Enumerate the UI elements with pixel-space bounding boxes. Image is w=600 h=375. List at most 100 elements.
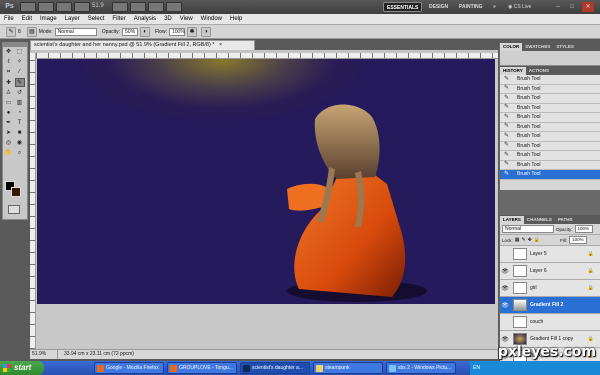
background-color-swatch[interactable] (11, 187, 21, 197)
lock-pixels-icon[interactable]: ✎ (522, 237, 526, 243)
shape-tool-icon[interactable]: ■ (15, 129, 25, 138)
layer-row[interactable]: couch (500, 314, 600, 331)
history-item[interactable]: ✎ Brush Tool (500, 75, 600, 85)
flow-input[interactable]: 100% (168, 27, 185, 36)
layer-row-selected[interactable]: 👁 Gradient Fill 2 (500, 297, 600, 314)
menu-filter[interactable]: Filter (108, 14, 129, 25)
hand-tool-icon[interactable]: ✋ (4, 149, 14, 158)
minibridge-icon[interactable] (38, 2, 54, 12)
task-grouplove[interactable]: GROUPLOVE - Tongu... (167, 362, 237, 374)
tab-layers[interactable]: LAYERS (500, 216, 524, 224)
dodge-tool-icon[interactable]: ◔ (15, 109, 25, 118)
screen-mode-icon[interactable] (166, 2, 182, 12)
tab-history[interactable]: HISTORY (500, 67, 526, 75)
quick-mask-icon[interactable] (8, 205, 20, 214)
3d-rotate-tool-icon[interactable]: ◎ (4, 139, 14, 148)
fill-input[interactable]: 100% (569, 236, 588, 244)
task-firefox[interactable]: Google - Mozilla Firefox (94, 362, 164, 374)
start-button[interactable]: start (0, 361, 44, 375)
layer-opacity-input[interactable]: 100% (574, 225, 593, 233)
lock-all-icon[interactable]: 🔒 (534, 237, 540, 243)
history-list[interactable]: ✎ Brush Tool ✎ Brush Tool ✎ Brush Tool ✎ Bru… (500, 75, 600, 190)
crop-tool-icon[interactable]: ⌗ (4, 68, 14, 77)
lock-transparency-icon[interactable]: ▦ (515, 237, 520, 243)
tab-swatches[interactable]: SWATCHES (522, 43, 553, 51)
pressure-opacity-icon[interactable]: ◐ (140, 26, 151, 37)
history-item[interactable]: ✎ Brush Tool (500, 103, 600, 113)
hand-icon[interactable] (112, 2, 128, 12)
history-item[interactable]: ✎ Brush Tool (500, 122, 600, 132)
type-tool-icon[interactable]: T (15, 119, 25, 128)
extras-icon[interactable] (56, 2, 72, 12)
marquee-tool-icon[interactable]: ⬚ (15, 48, 25, 57)
tab-styles[interactable]: STYLES (553, 43, 577, 51)
document-canvas[interactable] (37, 59, 495, 304)
history-brush-tool-icon[interactable]: ↺ (15, 89, 25, 98)
workspace-design-button[interactable]: DESIGN (426, 2, 451, 12)
history-item[interactable]: ✎ Brush Tool (500, 84, 600, 94)
menu-layer[interactable]: Layer (61, 14, 84, 25)
history-item[interactable]: ✎ Brush Tool (500, 160, 600, 170)
document-tab[interactable]: scientist's daughter and her nanny.psd @… (30, 40, 255, 50)
3d-camera-tool-icon[interactable]: ◉ (15, 139, 25, 148)
status-zoom[interactable]: 51.9% (30, 350, 58, 359)
menu-help[interactable]: Help (226, 14, 246, 25)
pen-tool-icon[interactable]: ✒ (4, 119, 14, 128)
toolbox-grip[interactable] (3, 43, 27, 47)
task-steampunk[interactable]: steampunk (313, 362, 383, 374)
rotate-view-icon[interactable] (130, 2, 146, 12)
cs-live-button[interactable]: ◉ CS Live (508, 2, 531, 12)
lock-position-icon[interactable]: ✥ (528, 237, 532, 243)
eye-icon[interactable]: 👁 (500, 336, 510, 343)
brush-panel-icon[interactable]: ▤ (26, 26, 37, 37)
history-item[interactable]: ✎ Brush Tool (500, 94, 600, 104)
menu-analysis[interactable]: Analysis (130, 14, 160, 25)
tab-color[interactable]: COLOR (500, 43, 523, 51)
arrange-documents-icon[interactable] (148, 2, 164, 12)
menu-file[interactable]: File (0, 14, 18, 25)
task-picture-viewer[interactable]: sbs 2 - Windows Pictu... (386, 362, 456, 374)
layer-row[interactable]: 👁 girl 🔒 (500, 280, 600, 297)
brush-tool-icon[interactable]: ✎ (14, 77, 25, 87)
eye-icon[interactable]: 👁 (500, 302, 510, 309)
quick-select-tool-icon[interactable]: ✧ (15, 58, 25, 67)
eye-icon[interactable]: 👁 (500, 285, 510, 292)
language-indicator[interactable]: EN (473, 365, 480, 371)
tab-actions[interactable]: ACTIONS (526, 67, 552, 75)
path-select-tool-icon[interactable]: ➤ (4, 129, 14, 138)
bridge-icon[interactable] (20, 2, 36, 12)
workspace-painting-button[interactable]: PAINTING (456, 2, 486, 12)
layer-row[interactable]: Layer 5 🔒 (500, 246, 600, 263)
pressure-size-icon[interactable]: ◑ (200, 26, 211, 37)
menu-image[interactable]: Image (36, 14, 61, 25)
eye-icon[interactable]: 👁 (500, 268, 510, 275)
zoom-tool-icon[interactable] (74, 2, 90, 12)
history-item-current[interactable]: ✎ Brush Tool (500, 170, 600, 180)
eyedropper-tool-icon[interactable]: ⁄ (15, 68, 25, 77)
zoom-tool-icon[interactable]: ⌕ (15, 149, 25, 158)
lasso-tool-icon[interactable]: ℓ (4, 58, 14, 67)
more-workspaces-button[interactable]: » (490, 2, 499, 12)
layer-row[interactable]: 👁 Layer 6 🔒 (500, 263, 600, 280)
menu-3d[interactable]: 3D (160, 14, 176, 25)
mode-select[interactable]: Normal (54, 27, 97, 36)
brush-size-value[interactable]: 8 (18, 29, 21, 35)
menu-select[interactable]: Select (84, 14, 109, 25)
menu-view[interactable]: View (176, 14, 197, 25)
minimize-button[interactable]: – (552, 2, 564, 12)
tab-channels[interactable]: CHANNELS (524, 216, 555, 224)
blur-tool-icon[interactable]: ● (4, 109, 14, 118)
tab-paths[interactable]: PATHS (555, 216, 576, 224)
close-button[interactable]: ✕ (582, 2, 594, 12)
gradient-tool-icon[interactable]: ▥ (15, 99, 25, 108)
opacity-input[interactable]: 50% (122, 27, 139, 36)
maximize-button[interactable]: □ (566, 2, 578, 12)
move-tool-icon[interactable]: ✥ (4, 48, 14, 57)
history-item[interactable]: ✎ Brush Tool (500, 132, 600, 142)
menu-edit[interactable]: Edit (18, 14, 36, 25)
clone-stamp-tool-icon[interactable]: ♙ (4, 89, 14, 98)
history-item[interactable]: ✎ Brush Tool (500, 141, 600, 151)
airbrush-icon[interactable]: ✱ (186, 26, 197, 37)
zoom-readout[interactable]: 51.9 (92, 3, 104, 9)
healing-tool-icon[interactable]: ✚ (4, 79, 14, 88)
